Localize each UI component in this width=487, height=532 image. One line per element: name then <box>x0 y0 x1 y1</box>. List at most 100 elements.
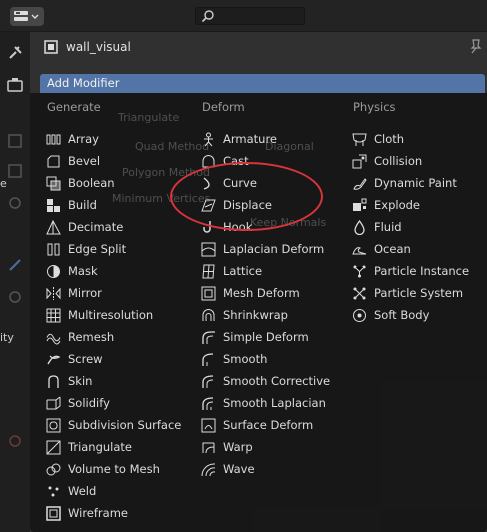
cast-icon <box>202 154 215 167</box>
pin-icon[interactable] <box>469 38 483 54</box>
menu-item-dynamic-paint[interactable]: Dynamic Paint <box>352 172 457 194</box>
scene-tab-icon[interactable] <box>6 194 24 212</box>
physics-header: Physics <box>353 100 396 114</box>
menu-item-collision[interactable]: Collision <box>352 150 422 172</box>
render-tab-icon[interactable] <box>6 76 24 94</box>
warp-icon <box>202 442 215 453</box>
particle-system-icon <box>353 287 366 299</box>
displace-icon <box>201 199 216 211</box>
explode-icon <box>353 198 367 211</box>
menu-item-volume-to-mesh[interactable]: Volume to Mesh <box>46 458 160 480</box>
menu-item-simple-deform[interactable]: Simple Deform <box>201 326 309 348</box>
remesh-icon <box>46 333 61 344</box>
menu-item-mirror[interactable]: Mirror <box>46 282 102 304</box>
multires-icon <box>46 308 61 322</box>
collision-icon <box>352 154 367 168</box>
menu-item-shrinkwrap[interactable]: Shrinkwrap <box>201 304 288 326</box>
bevel-icon <box>47 155 60 167</box>
menu-item-array[interactable]: Array <box>46 128 99 150</box>
smooth-laplacian-icon <box>202 396 214 410</box>
menu-item-displace[interactable]: Displace <box>201 194 272 216</box>
menu-item-wireframe[interactable]: Wireframe <box>46 502 128 524</box>
menu-item-hook[interactable]: Hook <box>201 216 252 238</box>
menu-item-multiresolution[interactable]: Multiresolution <box>46 304 153 326</box>
mask-icon <box>47 264 60 278</box>
deform-header: Deform <box>202 100 245 114</box>
decimate-icon <box>46 219 61 234</box>
object-tab-icon[interactable] <box>6 256 24 274</box>
menu-item-particle-instance[interactable]: Particle Instance <box>352 260 469 282</box>
soft-body-icon <box>353 308 366 322</box>
ghost-minimum-vertices: Minimum Vertices <box>112 192 211 205</box>
volume-icon <box>46 463 61 475</box>
menu-item-cloth[interactable]: Cloth <box>352 128 404 150</box>
menu-item-smooth[interactable]: Smooth <box>201 348 267 370</box>
menu-item-fluid[interactable]: Fluid <box>352 216 402 238</box>
constraint-tab-icon[interactable] <box>6 432 24 450</box>
surface-deform-icon <box>201 418 216 432</box>
menu-item-warp[interactable]: Warp <box>201 436 253 458</box>
menu-item-surface-deform[interactable]: Surface Deform <box>201 414 313 436</box>
menu-item-particle-system[interactable]: Particle System <box>352 282 463 304</box>
modifier-tab-icon[interactable] <box>6 288 24 306</box>
ghost-keep-normals: Keep Normals <box>250 216 327 229</box>
mesh-deform-icon <box>201 286 216 300</box>
generate-header: Generate <box>47 100 101 114</box>
hook-icon <box>203 220 211 233</box>
dynamic-paint-icon <box>353 177 367 190</box>
chevron-down-icon <box>31 14 39 19</box>
laplacian-icon <box>201 242 216 256</box>
menu-item-decimate[interactable]: Decimate <box>46 216 123 238</box>
menu-item-laplacian-deform[interactable]: Laplacian Deform <box>201 238 324 260</box>
smooth-corrective-icon <box>202 374 214 388</box>
particle-instance-icon <box>353 265 366 277</box>
lattice-icon <box>202 264 215 278</box>
menu-item-mesh-deform[interactable]: Mesh Deform <box>201 282 300 304</box>
menu-item-mask[interactable]: Mask <box>46 260 98 282</box>
menu-item-lattice[interactable]: Lattice <box>201 260 262 282</box>
menu-item-build[interactable]: Build <box>46 194 97 216</box>
mirror-icon <box>46 286 61 300</box>
menu-item-explode[interactable]: Explode <box>352 194 420 216</box>
skin-icon <box>48 374 59 388</box>
add-modifier-button[interactable]: Add Modifier <box>40 74 485 93</box>
menu-item-weld[interactable]: Weld <box>46 480 96 502</box>
tool-tab-icon[interactable] <box>6 44 24 62</box>
simple-deform-icon <box>202 330 215 344</box>
view-layer-tab-icon[interactable] <box>6 162 24 180</box>
menu-item-ocean[interactable]: Ocean <box>352 238 411 260</box>
output-tab-icon[interactable] <box>6 132 24 150</box>
search-input[interactable] <box>195 7 305 25</box>
cloth-icon <box>352 133 367 146</box>
boolean-icon <box>46 176 61 190</box>
wireframe-icon <box>46 505 61 521</box>
menu-item-subdivision-surface[interactable]: Subdivision Surface <box>46 414 181 436</box>
menu-item-cast[interactable]: Cast <box>201 150 249 172</box>
menu-item-boolean[interactable]: Boolean <box>46 172 115 194</box>
fluid-icon <box>354 219 365 235</box>
cutoff-label-ity: ity <box>0 331 14 344</box>
search-icon <box>201 10 214 23</box>
menu-item-smooth-laplacian[interactable]: Smooth Laplacian <box>201 392 326 414</box>
ghost-polygon-method: Polygon Method <box>122 166 210 179</box>
menu-item-skin[interactable]: Skin <box>46 370 92 392</box>
menu-item-soft-body[interactable]: Soft Body <box>352 304 429 326</box>
menu-item-remesh[interactable]: Remesh <box>46 326 114 348</box>
menu-item-curve[interactable]: Curve <box>201 172 257 194</box>
cutoff-label-e: e <box>0 177 7 190</box>
menu-item-armature[interactable]: Armature <box>201 128 277 150</box>
ghost-triangulate: Triangulate <box>118 111 180 124</box>
menu-item-smooth-corrective[interactable]: Smooth Corrective <box>201 370 330 392</box>
properties-editor-icon <box>14 10 28 21</box>
menu-item-edge-split[interactable]: Edge Split <box>46 238 126 260</box>
menu-item-screw[interactable]: Screw <box>46 348 103 370</box>
solidify-icon <box>46 396 61 409</box>
build-icon <box>47 198 60 212</box>
menu-item-solidify[interactable]: Solidify <box>46 392 110 414</box>
menu-item-triangulate[interactable]: Triangulate <box>46 436 132 458</box>
menu-item-wave[interactable]: Wave <box>201 458 255 480</box>
menu-item-bevel[interactable]: Bevel <box>46 150 100 172</box>
editor-type-button[interactable] <box>10 7 44 26</box>
edge-split-icon <box>47 243 60 255</box>
array-icon <box>46 134 61 144</box>
